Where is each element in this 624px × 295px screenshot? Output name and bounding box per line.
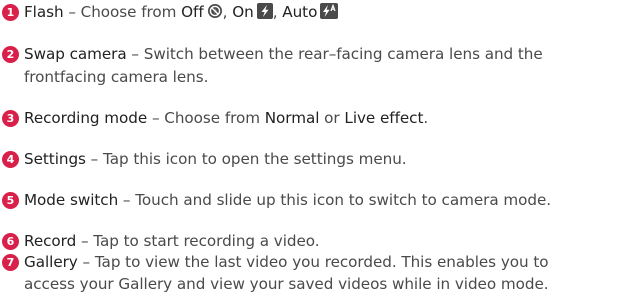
option-normal: Normal: [264, 109, 320, 127]
item-text: Swap camera – Switch between the rear–fa…: [24, 45, 543, 63]
term-flash: Flash: [24, 3, 64, 21]
item-text-continued: access your Gallery and view your saved …: [24, 275, 549, 293]
item-text-continued: frontfacing camera lens.: [24, 68, 209, 86]
item-text: Gallery – Tap to view the last video you…: [24, 253, 549, 271]
item-text: Recording mode – Choose from Normal or L…: [24, 109, 429, 127]
term-gallery: Gallery: [24, 253, 78, 271]
term-recording-mode: Recording mode: [24, 109, 148, 127]
option-auto: Auto: [282, 3, 318, 21]
item-text: Mode switch – Touch and slide up this ic…: [24, 191, 552, 209]
term-record: Record: [24, 232, 77, 250]
flash-auto-icon: [320, 3, 339, 19]
term-swap-camera: Swap camera: [24, 45, 127, 63]
number-badge-5: 5: [2, 192, 19, 209]
item-text: Record – Tap to start recording a video.: [24, 232, 320, 250]
term-settings: Settings: [24, 150, 86, 168]
flash-on-icon: [256, 3, 273, 19]
term-mode-switch: Mode switch: [24, 191, 119, 209]
number-badge-2: 2: [2, 46, 19, 63]
number-badge-3: 3: [2, 110, 19, 127]
number-badge-7: 7: [2, 254, 19, 271]
number-badge-1: 1: [2, 4, 19, 21]
item-text: Settings – Tap this icon to open the set…: [24, 150, 407, 168]
option-off: Off: [181, 3, 204, 21]
number-badge-4: 4: [2, 151, 19, 168]
number-badge-6: 6: [2, 233, 19, 250]
flash-off-icon: [207, 3, 223, 19]
item-text: Flash – Choose from Off, On, Auto: [24, 2, 339, 22]
option-on: On: [232, 3, 254, 21]
option-live-effect: Live effect: [344, 109, 424, 127]
